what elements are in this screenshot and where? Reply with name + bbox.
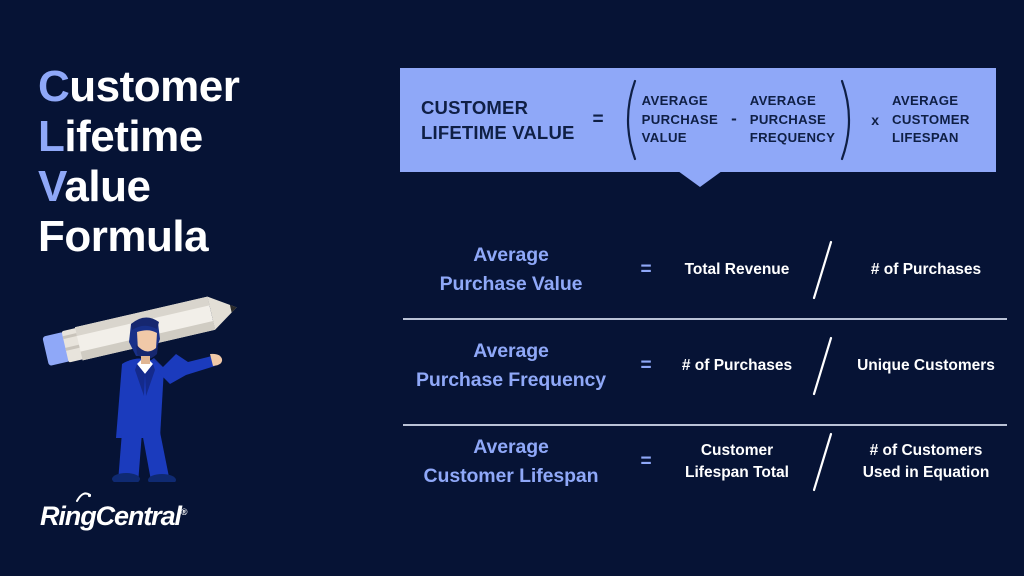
row-equals-sign: = (640, 355, 652, 376)
term3-line2: CUSTOMER (892, 111, 970, 127)
row-numerator-line1: Customer (700, 442, 774, 459)
formula-box-tail (678, 171, 722, 187)
clv-formula-box: CUSTOMER LIFETIME VALUE = AVERAGE PURCHA… (400, 68, 996, 172)
title-accent-v: V (38, 162, 65, 211)
formula-term-average-purchase-frequency: AVERAGE PURCHASE FREQUENCY (750, 92, 836, 148)
row-label-line2: Customer Lifespan (423, 465, 599, 487)
formula-inner-operator: - (731, 109, 737, 128)
title-accent-l: L (38, 112, 65, 161)
title-rest-lifetime: ifetime (64, 112, 203, 161)
row-label: Average Customer Lifespan (400, 433, 622, 491)
row-label-line1: Average (473, 244, 549, 266)
title-rest-customer: ustomer (69, 62, 240, 111)
close-paren-icon (839, 79, 859, 161)
breakdown-row-average-purchase-value: Average Purchase Value = Total Revenue #… (400, 222, 1010, 318)
row-equals-sign: = (640, 259, 652, 280)
infographic-canvas: Customer Lifetime Value Formula RingCent… (0, 0, 1024, 576)
formula-breakdown-list: Average Purchase Value = Total Revenue #… (400, 222, 1010, 510)
title-line-customer: Customer (38, 62, 368, 112)
row-label: Average Purchase Value (400, 241, 622, 299)
term3-line1: AVERAGE (892, 93, 959, 109)
row-numerator-line1: # of Purchases (681, 357, 793, 374)
title-line-formula: Formula (38, 212, 209, 261)
term2-line3: FREQUENCY (749, 130, 836, 146)
row-divider-slash-icon (804, 239, 842, 301)
formula-left-label: CUSTOMER LIFETIME VALUE (421, 95, 575, 145)
term1-line3: VALUE (641, 130, 687, 146)
row-denominator-line1: Unique Customers (857, 357, 995, 374)
row-denominator: # of Customers Used in Equation (842, 440, 1010, 484)
term2-line1: AVERAGE (749, 93, 817, 109)
term2-line2: PURCHASE (749, 111, 827, 127)
term1-line1: AVERAGE (641, 93, 708, 109)
signal-arc-icon (76, 492, 91, 502)
row-numerator: Customer Lifespan Total (670, 440, 804, 484)
man-carrying-pencil-illustration (36, 272, 268, 486)
page-title: Customer Lifetime Value Formula (38, 62, 368, 262)
formula-left-label-line2: LIFETIME VALUE (421, 122, 575, 143)
row-label-line2: Purchase Value (439, 273, 583, 295)
title-accent-c: C (38, 62, 70, 111)
row-numerator: Total Revenue (670, 259, 804, 281)
row-numerator: # of Purchases (670, 355, 804, 377)
row-denominator: # of Purchases (842, 259, 1010, 281)
formula-left-label-line1: CUSTOMER (421, 97, 529, 118)
row-label: Average Purchase Frequency (400, 337, 622, 395)
registered-trademark-icon: ® (180, 507, 188, 517)
row-denominator-line1: # of Purchases (870, 261, 982, 278)
formula-term-average-purchase-value: AVERAGE PURCHASE VALUE (642, 92, 718, 148)
title-line-lifetime: Lifetime (38, 112, 368, 162)
row-divider-slash-icon (804, 335, 842, 397)
formula-outer-operator: x (871, 112, 880, 128)
breakdown-row-average-purchase-frequency: Average Purchase Frequency = # of Purcha… (400, 318, 1010, 414)
title-line-value: Value (38, 162, 368, 212)
title-rest-value: alue (64, 162, 151, 211)
row-denominator-line1: # of Customers (869, 442, 983, 459)
logo-name: RingCentral (40, 501, 182, 531)
row-numerator-line1: Total Revenue (684, 261, 790, 278)
row-denominator: Unique Customers (842, 355, 1010, 377)
row-label-line1: Average (473, 340, 549, 362)
formula-equals-sign: = (592, 109, 604, 130)
breakdown-row-average-customer-lifespan: Average Customer Lifespan = Customer Lif… (400, 414, 1010, 510)
row-equals-sign: = (640, 451, 652, 472)
row-label-line1: Average (473, 436, 549, 458)
row-label-line2: Purchase Frequency (415, 369, 607, 391)
row-divider-slash-icon (804, 431, 842, 493)
row-numerator-line2: Lifespan Total (685, 464, 789, 481)
term1-line2: PURCHASE (641, 111, 719, 127)
logo-wordmark: RingCentral® (40, 492, 188, 531)
ringcentral-logo: RingCentral® (40, 492, 188, 531)
term3-line3: LIFESPAN (892, 130, 959, 146)
formula-group: AVERAGE PURCHASE VALUE - AVERAGE PURCHAS… (638, 92, 840, 148)
formula-term-average-customer-lifespan: AVERAGE CUSTOMER LIFESPAN (892, 92, 970, 148)
open-paren-icon (618, 79, 638, 161)
row-denominator-line2: Used in Equation (862, 464, 990, 481)
